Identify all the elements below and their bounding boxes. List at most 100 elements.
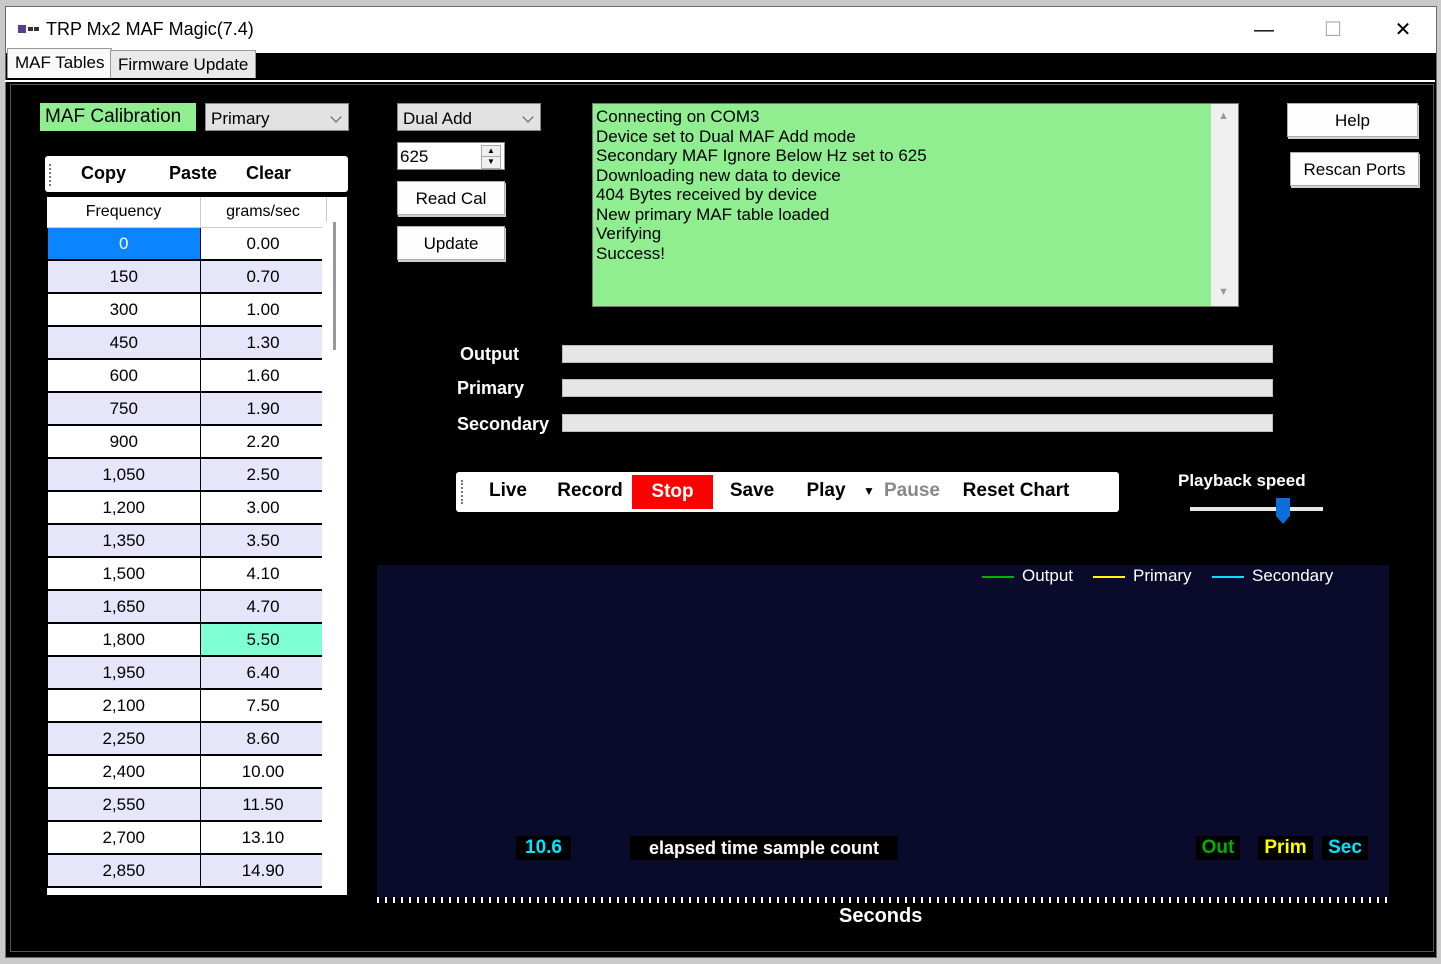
grams-sec-cell[interactable]: 13.10 [199,820,327,855]
frequency-cell[interactable]: 2,100 [47,688,201,723]
play-button[interactable]: Play [799,472,853,510]
table-row[interactable]: 150 0.70 [47,259,327,294]
table-row[interactable]: 1,650 4.70 [47,589,327,624]
table-row[interactable]: 1,350 3.50 [47,523,327,558]
stepper-down-icon[interactable]: ▼ [481,156,501,169]
grams-sec-cell[interactable]: 0.70 [199,259,327,294]
table-row[interactable]: 1,050 2.50 [47,457,327,492]
frequency-cell[interactable]: 900 [47,424,201,459]
frequency-cell[interactable]: 2,700 [47,820,201,855]
frequency-cell[interactable]: 1,800 [47,622,201,657]
grams-sec-cell[interactable]: 6.40 [199,655,327,690]
save-button[interactable]: Save [722,472,782,510]
grams-sec-cell[interactable]: 1.90 [199,391,327,426]
table-row[interactable]: 2,400 10.00 [47,754,327,789]
ignore-hz-stepper[interactable]: 625 ▲ ▼ [397,142,505,170]
frequency-cell[interactable]: 2,400 [47,754,201,789]
reset-chart-button[interactable]: Reset Chart [956,472,1076,510]
frequency-cell[interactable]: 1,500 [47,556,201,591]
scroll-up-icon[interactable]: ▲ [1218,110,1229,122]
grams-sec-cell[interactable]: 5.50 [199,622,327,657]
close-button[interactable]: ✕ [1368,7,1438,53]
log-scrollbar[interactable]: ▲ ▼ [1211,104,1238,306]
table-select-combo[interactable]: Primary [205,103,349,131]
tab-firmware-update[interactable]: Firmware Update [110,50,257,78]
grams-sec-cell[interactable]: 4.70 [199,589,327,624]
table-row[interactable]: 1,200 3.00 [47,490,327,525]
frequency-cell[interactable]: 2,250 [47,721,201,756]
table-row[interactable]: 900 2.20 [47,424,327,459]
table-row[interactable]: 450 1.30 [47,325,327,360]
ignore-hz-value[interactable]: 625 [400,147,428,167]
title-bar[interactable]: TRP Mx2 MAF Magic(7.4) — ☐ ✕ [6,7,1436,53]
frequency-cell[interactable]: 600 [47,358,201,393]
column-header-grams-sec[interactable]: grams/sec [200,197,327,228]
grams-sec-cell[interactable]: 2.50 [199,457,327,492]
help-button[interactable]: Help [1287,103,1418,137]
read-cal-button[interactable]: Read Cal [397,181,505,215]
table-row[interactable]: 2,100 7.50 [47,688,327,723]
playback-speed-track[interactable] [1190,507,1323,511]
rescan-ports-button[interactable]: Rescan Ports [1290,152,1419,186]
grams-sec-cell[interactable]: 7.50 [199,688,327,723]
frequency-cell[interactable]: 750 [47,391,201,426]
clear-button[interactable]: Clear [246,163,291,184]
table-row[interactable]: 1,500 4.10 [47,556,327,591]
frequency-cell[interactable]: 2,550 [47,787,201,822]
grams-sec-cell[interactable]: 2.20 [199,424,327,459]
grams-sec-cell[interactable]: 10.00 [199,754,327,789]
play-dropdown-icon[interactable]: ▼ [861,472,877,510]
grams-sec-cell[interactable]: 3.50 [199,523,327,558]
grams-sec-cell[interactable]: 1.30 [199,325,327,360]
frequency-cell[interactable]: 1,950 [47,655,201,690]
grams-sec-cell[interactable]: 1.60 [199,358,327,393]
pause-button[interactable]: Pause [880,472,944,510]
record-button[interactable]: Record [551,472,629,510]
table-row[interactable]: 2,850 14.90 [47,853,327,888]
grams-sec-cell[interactable]: 4.10 [199,556,327,591]
toolbar-grip[interactable] [461,480,466,504]
grams-sec-cell[interactable]: 0.00 [199,227,327,261]
table-scrollbar-thumb[interactable] [333,222,336,350]
maf-table-grid[interactable]: Frequency grams/sec 0 0.00 150 0.70 300 1.00 4… [47,197,347,895]
table-scrollbar[interactable] [322,222,347,895]
grams-sec-cell[interactable]: 14.90 [199,853,327,888]
toolbar-grip[interactable] [49,164,54,186]
frequency-cell[interactable]: 2,850 [47,853,201,888]
grams-sec-cell[interactable]: 11.50 [199,787,327,822]
column-header-frequency[interactable]: Frequency [47,197,201,228]
frequency-cell[interactable]: 1,200 [47,490,201,525]
frequency-cell[interactable]: 1,050 [47,457,201,492]
scroll-down-icon[interactable]: ▼ [1218,286,1229,298]
table-row[interactable]: 2,700 13.10 [47,820,327,855]
maximize-button[interactable]: ☐ [1298,7,1368,53]
table-row[interactable]: 2,250 8.60 [47,721,327,756]
table-row[interactable]: 0 0.00 [47,227,327,261]
table-row[interactable]: 2,550 11.50 [47,787,327,822]
frequency-cell[interactable]: 1,350 [47,523,201,558]
mode-select-combo[interactable]: Dual Add [397,103,541,131]
minimize-button[interactable]: — [1229,7,1299,53]
status-log[interactable]: Connecting on COM3 Device set to Dual MAF… [592,103,1239,307]
grams-sec-cell[interactable]: 8.60 [199,721,327,756]
paste-button[interactable]: Paste [169,163,217,184]
copy-button[interactable]: Copy [81,163,126,184]
table-row[interactable]: 750 1.90 [47,391,327,426]
grams-sec-cell[interactable]: 1.00 [199,292,327,327]
frequency-cell[interactable]: 0 [47,227,201,261]
frequency-cell[interactable]: 450 [47,325,201,360]
table-row[interactable]: 1,800 5.50 [47,622,327,657]
stop-button[interactable]: Stop [632,475,713,509]
grams-sec-cell[interactable]: 3.00 [199,490,327,525]
live-button[interactable]: Live [481,472,535,510]
playback-speed-slider-thumb[interactable] [1276,498,1291,524]
table-toolbar: Copy Paste Clear [45,156,348,192]
table-row[interactable]: 1,950 6.40 [47,655,327,690]
table-row[interactable]: 600 1.60 [47,358,327,393]
update-button[interactable]: Update [397,226,505,260]
table-row[interactable]: 300 1.00 [47,292,327,327]
frequency-cell[interactable]: 300 [47,292,201,327]
frequency-cell[interactable]: 1,650 [47,589,201,624]
frequency-cell[interactable]: 150 [47,259,201,294]
tab-maf-tables[interactable]: MAF Tables [7,48,113,78]
